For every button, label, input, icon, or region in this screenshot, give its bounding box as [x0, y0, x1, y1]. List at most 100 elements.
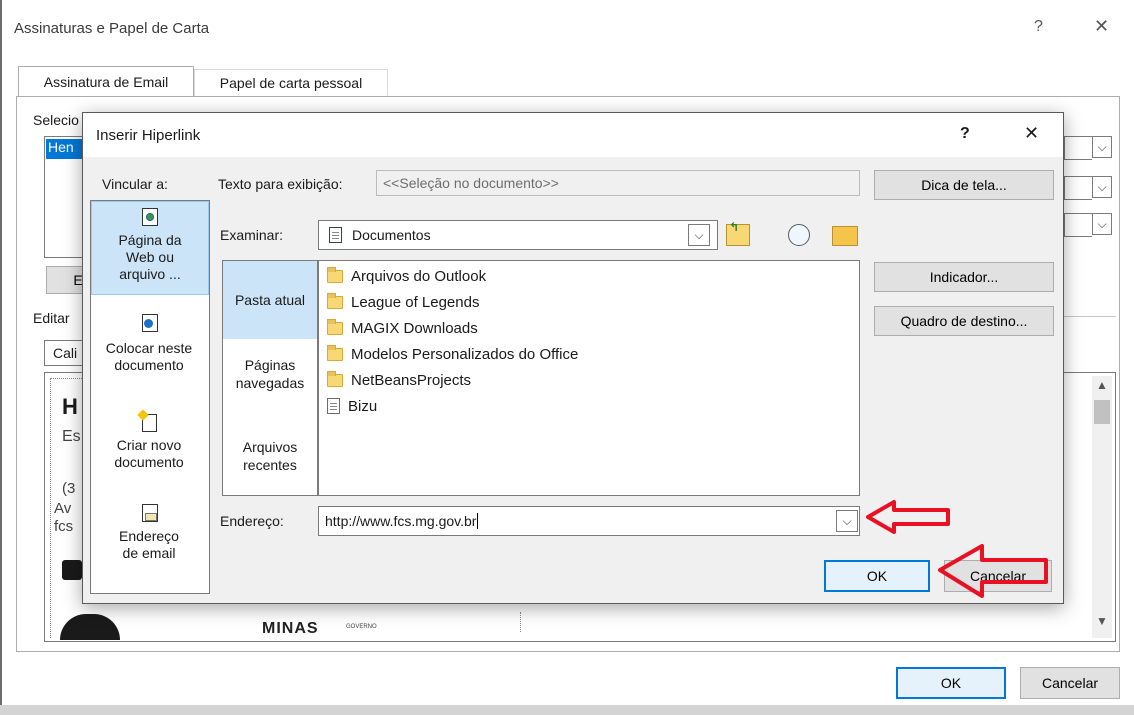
editor-line-heading: H	[62, 394, 78, 419]
hyperlink-help-button[interactable]: ?	[960, 125, 970, 143]
list-item[interactable]: League of Legends	[327, 289, 479, 315]
editor-dotted-vertical	[520, 612, 521, 632]
link-option-place-in-document[interactable]: Colocar neste documento	[96, 340, 202, 374]
list-item-label: Modelos Personalizados do Office	[351, 345, 579, 363]
list-item-label: Bizu	[348, 397, 378, 415]
scope-browsed-pages-label: Páginas navegadas	[235, 357, 305, 391]
outer-field-1[interactable]	[1064, 136, 1092, 160]
outer-separator	[1064, 316, 1116, 317]
tab-email-signature-label: Assinatura de Email	[43, 73, 169, 90]
new-document-icon	[137, 409, 157, 432]
logo-text: MINAS	[262, 620, 319, 637]
email-address-icon	[142, 504, 158, 522]
list-item-label: League of Legends	[351, 293, 480, 311]
display-text-value: <<Seleção no documento>>	[383, 175, 559, 191]
tab-email-signature[interactable]: Assinatura de Email	[18, 66, 194, 96]
scroll-thumb[interactable]	[1094, 400, 1110, 424]
list-item[interactable]: Modelos Personalizados do Office	[327, 341, 578, 367]
browse-file-icon[interactable]	[832, 226, 858, 246]
folder-icon	[327, 266, 343, 283]
web-page-icon	[142, 208, 158, 226]
look-in-value: Documentos	[352, 227, 431, 243]
file-icon	[327, 398, 340, 414]
target-frame-label: Quadro de destino...	[900, 313, 1028, 329]
outer-dropdown-3[interactable]: ⌵	[1092, 213, 1112, 235]
select-signature-label: Selecio	[33, 112, 79, 128]
outer-field-2[interactable]	[1064, 176, 1092, 200]
list-item[interactable]: MAGIX Downloads	[327, 315, 478, 341]
list-item-label: MAGIX Downloads	[351, 319, 478, 337]
address-dropdown-icon[interactable]: ⌵	[836, 510, 858, 532]
bookmark-label: Indicador...	[929, 269, 999, 285]
text-cursor	[477, 513, 479, 529]
list-item[interactable]: Bizu	[327, 393, 377, 419]
tab-personal-stationery-label: Papel de carta pessoal	[219, 75, 363, 91]
hyperlink-title: Inserir Hiperlink	[96, 127, 201, 144]
list-item-label: NetBeansProjects	[351, 371, 472, 389]
look-in-select[interactable]: Documentos	[318, 220, 718, 250]
outer-ok-button[interactable]: OK	[896, 667, 1006, 699]
scope-current-folder-label: Pasta atual	[234, 292, 306, 308]
list-item[interactable]: Arquivos do Outlook	[327, 263, 486, 289]
outer-left-edge	[0, 0, 2, 715]
facebook-icon	[62, 560, 82, 580]
folder-icon	[327, 292, 343, 309]
file-list[interactable]: Arquivos do Outlook League of Legends MA…	[318, 260, 860, 496]
outer-cancel-label: Cancelar	[1041, 675, 1099, 691]
logo-small: GOVERNO	[346, 624, 377, 630]
editor-line-2: Es	[62, 428, 81, 445]
folder-icon	[327, 318, 343, 335]
scope-current-folder[interactable]: Pasta atual	[223, 261, 317, 339]
look-in-label: Examinar:	[220, 227, 284, 243]
documents-icon	[329, 227, 342, 243]
hyperlink-ok-button[interactable]: OK	[824, 560, 930, 592]
browse-web-icon[interactable]	[788, 224, 810, 246]
outer-close-button[interactable]: ✕	[1094, 16, 1109, 37]
tab-personal-stationery[interactable]: Papel de carta pessoal	[194, 69, 388, 96]
screen-tip-button[interactable]: Dica de tela...	[874, 170, 1054, 200]
scroll-up-icon[interactable]: ▲	[1096, 378, 1108, 392]
font-select[interactable]: Cali	[44, 340, 84, 366]
scope-recent-files[interactable]: Arquivos recentes	[223, 438, 317, 482]
look-in-dropdown-icon[interactable]: ⌵	[688, 224, 710, 246]
hyperlink-ok-label: OK	[866, 568, 888, 584]
scroll-down-icon[interactable]: ▼	[1096, 614, 1108, 628]
scope-recent-files-label: Arquivos recentes	[242, 439, 298, 473]
target-frame-button[interactable]: Quadro de destino...	[874, 306, 1054, 336]
outer-field-3[interactable]	[1064, 213, 1092, 237]
folder-icon	[327, 370, 343, 387]
display-text-label: Texto para exibição:	[218, 176, 343, 192]
list-item[interactable]: NetBeansProjects	[327, 367, 471, 393]
hyperlink-titlebar	[83, 113, 1063, 157]
outer-help-button[interactable]: ?	[1034, 18, 1043, 36]
signature-list-item[interactable]: Hen	[46, 139, 84, 159]
outer-dropdown-2[interactable]: ⌵	[1092, 176, 1112, 198]
outer-title: Assinaturas e Papel de Carta	[14, 20, 210, 37]
up-folder-arrow: ↰	[729, 220, 740, 234]
folder-icon	[327, 344, 343, 361]
annotation-arrow-address	[866, 500, 950, 534]
editor-line-3: (3	[62, 480, 76, 497]
link-option-web-page-label: Página da Web ou arquivo ...	[118, 232, 182, 282]
address-value: http://www.fcs.mg.gov.br	[325, 513, 477, 529]
scope-browsed-pages[interactable]: Páginas navegadas	[223, 356, 317, 400]
link-option-new-document[interactable]: Criar novo documento	[110, 437, 188, 471]
outer-cancel-button[interactable]: Cancelar	[1020, 667, 1120, 699]
bottom-strip	[0, 705, 1134, 715]
hyperlink-close-button[interactable]: ✕	[1024, 123, 1039, 144]
display-text-field[interactable]: <<Seleção no documento>>	[376, 170, 860, 196]
font-select-value: Cali	[53, 345, 78, 361]
list-item-label: Arquivos do Outlook	[351, 267, 487, 285]
editor-line-5: fcs	[54, 518, 74, 535]
address-label: Endereço:	[220, 513, 284, 529]
screen-tip-label: Dica de tela...	[921, 177, 1007, 193]
outer-dropdown-1[interactable]: ⌵	[1092, 136, 1112, 158]
edit-signature-label: Editar	[33, 310, 70, 326]
address-field[interactable]: http://www.fcs.mg.gov.br	[318, 506, 860, 536]
annotation-arrow-ok	[938, 544, 1048, 598]
outer-partial-button[interactable]: E	[46, 266, 84, 294]
link-option-email-address[interactable]: Endereço de email	[110, 528, 188, 562]
outer-ok-label: OK	[940, 675, 962, 691]
bookmark-button[interactable]: Indicador...	[874, 262, 1054, 292]
editor-line-4: Av	[54, 500, 72, 517]
